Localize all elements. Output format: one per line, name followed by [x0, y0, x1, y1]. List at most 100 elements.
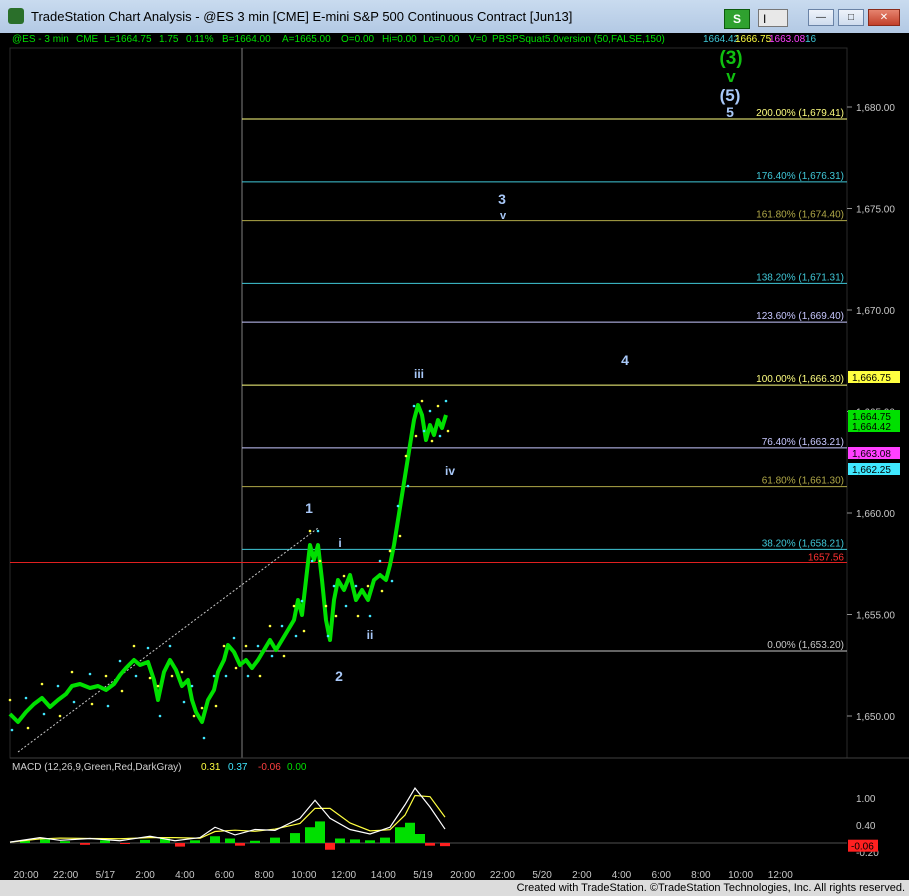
- signal-dot: [56, 684, 60, 688]
- time-tick-label: 6:00: [651, 870, 671, 880]
- signal-dot: [390, 579, 394, 583]
- price-tick-label: 1,660.00: [856, 509, 895, 520]
- signal-dot: [90, 702, 94, 706]
- time-tick-label: 14:00: [371, 870, 396, 880]
- macd-header-text: 0.31: [201, 762, 221, 773]
- time-tick-label: 8:00: [691, 870, 711, 880]
- price-tag-label: 1,664.42: [852, 422, 891, 433]
- price-tag-label: 1,663.08: [852, 449, 891, 460]
- wave-label-four: 4: [621, 352, 629, 368]
- time-tick-label: 2:00: [135, 870, 155, 880]
- signal-dot: [24, 696, 28, 700]
- wave-label-three: 3: [498, 191, 506, 207]
- signal-dot: [282, 654, 286, 658]
- macd-histogram-bar: [210, 836, 220, 843]
- wave-label-one: 1: [305, 500, 313, 516]
- macd-histogram-bar: [365, 840, 375, 843]
- time-tick-label: 12:00: [331, 870, 356, 880]
- red-level-label: 1657.56: [808, 553, 845, 564]
- macd-histogram-bar: [225, 838, 235, 843]
- price-tick-label: 1,670.00: [856, 306, 895, 317]
- price-chart[interactable]: 200.00% (1,679.41)176.40% (1,676.31)161.…: [0, 0, 909, 880]
- macd-histogram-bar: [440, 843, 450, 847]
- macd-header-text: -0.06: [258, 762, 281, 773]
- signal-dot: [316, 529, 320, 533]
- macd-histogram-bar: [60, 841, 70, 843]
- macd-histogram-bar: [80, 843, 90, 845]
- macd-axis-label: 0.40: [856, 821, 876, 832]
- signal-dot: [256, 644, 260, 648]
- wave-label-iv: iv: [445, 464, 455, 478]
- time-tick-label: 10:00: [291, 870, 316, 880]
- fib-label: 100.00% (1,666.30): [756, 374, 844, 385]
- macd-histogram-bar: [315, 821, 325, 843]
- price-tick-label: 1,680.00: [856, 103, 895, 114]
- signal-dot: [42, 712, 46, 716]
- fib-label: 176.40% (1,676.31): [756, 171, 844, 182]
- signal-dot: [444, 399, 448, 403]
- price-series: [8, 403, 448, 724]
- time-tick-label: 5/19: [413, 870, 433, 880]
- time-tick-label: 6:00: [215, 870, 235, 880]
- signal-dot: [446, 429, 450, 433]
- macd-histogram-bar: [395, 827, 405, 843]
- signal-dot: [378, 559, 382, 563]
- signal-dot: [412, 404, 416, 408]
- time-tick-label: 4:00: [612, 870, 632, 880]
- macd-histogram-bar: [290, 833, 300, 843]
- signal-dot: [40, 682, 44, 686]
- wave-label-three-v: v: [500, 210, 507, 222]
- wave-label-big3: (3): [719, 48, 742, 69]
- signal-dot: [406, 484, 410, 488]
- signal-dot: [324, 604, 328, 608]
- signal-dot: [8, 698, 12, 702]
- wave-label-two: 2: [335, 668, 343, 684]
- time-tick-label: 5/17: [96, 870, 116, 880]
- fib-label: 0.00% (1,653.20): [767, 640, 844, 651]
- macd-histogram-bar: [140, 839, 150, 843]
- signal-dot: [398, 534, 402, 538]
- wave-label-five-paren: (5): [720, 86, 741, 105]
- time-tick-label: 2:00: [572, 870, 592, 880]
- macd-histogram-bar: [250, 840, 260, 843]
- macd-histogram-bar: [415, 834, 425, 843]
- price-tick-label: 1,675.00: [856, 205, 895, 216]
- signal-dot: [318, 559, 322, 563]
- time-tick-label: 4:00: [175, 870, 195, 880]
- signal-dot: [182, 700, 186, 704]
- signal-dot: [404, 454, 408, 458]
- fib-label: 76.40% (1,663.21): [762, 437, 844, 448]
- signal-dot: [334, 614, 338, 618]
- signal-dot: [58, 714, 62, 718]
- macd-histogram-bar: [100, 840, 110, 843]
- signal-dot: [234, 666, 238, 670]
- signal-dot: [104, 674, 108, 678]
- wave-label-ii: ii: [367, 628, 374, 642]
- signal-dot: [300, 599, 304, 603]
- macd-header-text: 0.37: [228, 762, 248, 773]
- time-tick-label: 20:00: [450, 870, 475, 880]
- signal-dot: [146, 646, 150, 650]
- signal-dot: [428, 409, 432, 413]
- signal-dot: [70, 670, 74, 674]
- fib-label: 61.80% (1,661.30): [762, 476, 844, 487]
- time-tick-label: 12:00: [768, 870, 793, 880]
- macd-histogram-bar: [325, 843, 335, 850]
- macd-histogram-bar: [235, 843, 245, 846]
- wave-label-big-v: v: [726, 67, 736, 86]
- signal-dot: [332, 584, 336, 588]
- signal-dot: [132, 644, 136, 648]
- signal-dot: [326, 634, 330, 638]
- macd-histogram-bar: [270, 837, 280, 843]
- signal-dot: [156, 684, 160, 688]
- signal-dot: [366, 584, 370, 588]
- macd-histogram-bar: [405, 822, 415, 843]
- macd-histogram-bar: [120, 843, 130, 844]
- wave-label-iii: iii: [414, 367, 424, 381]
- price-tick-label: 1,650.00: [856, 712, 895, 723]
- signal-dot: [192, 714, 196, 718]
- macd-histogram-bar: [425, 843, 435, 846]
- price-tag-label: 1,666.75: [852, 373, 891, 384]
- price-tick-label: 1,655.00: [856, 611, 895, 622]
- signal-dot: [232, 636, 236, 640]
